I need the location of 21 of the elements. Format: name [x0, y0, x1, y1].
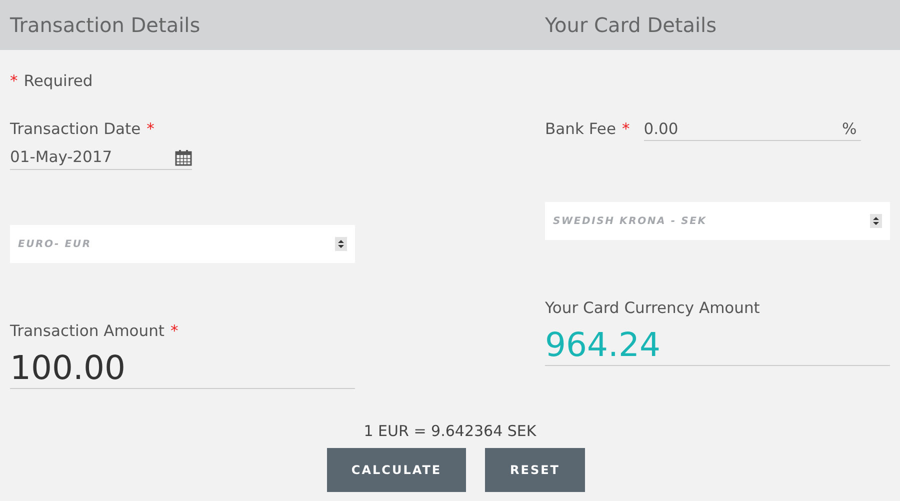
field-label: Transaction Amount — [10, 321, 165, 341]
action-button[interactable]: RESET — [485, 448, 585, 492]
field-label: Transaction Date — [10, 119, 141, 139]
sort-arrows-icon — [335, 237, 347, 251]
action-button[interactable]: CALCULATE — [327, 448, 466, 492]
required-note: Required — [24, 71, 93, 91]
calendar-icon — [175, 148, 192, 166]
card-amount-value: 964.24 — [545, 325, 890, 366]
field-label: Bank Fee — [545, 119, 616, 139]
required-asterisk: * — [10, 71, 18, 91]
field-label: Your Card Currency Amount — [545, 298, 760, 318]
required-asterisk: * — [622, 119, 630, 139]
required-asterisk: * — [146, 119, 154, 139]
bank-fee-field[interactable]: 0.00 % — [644, 118, 861, 140]
required-asterisk: * — [170, 321, 178, 341]
date-field[interactable]: 01-May-2017 — [10, 145, 192, 170]
amount-field[interactable]: 100.00 — [10, 348, 355, 389]
section-title: Transaction Details — [10, 13, 202, 37]
section-title: Your Card Details — [545, 13, 718, 37]
sort-arrows-icon — [870, 214, 882, 228]
exchange-rate: 1 EUR = 9.642364 SEK — [362, 422, 538, 440]
